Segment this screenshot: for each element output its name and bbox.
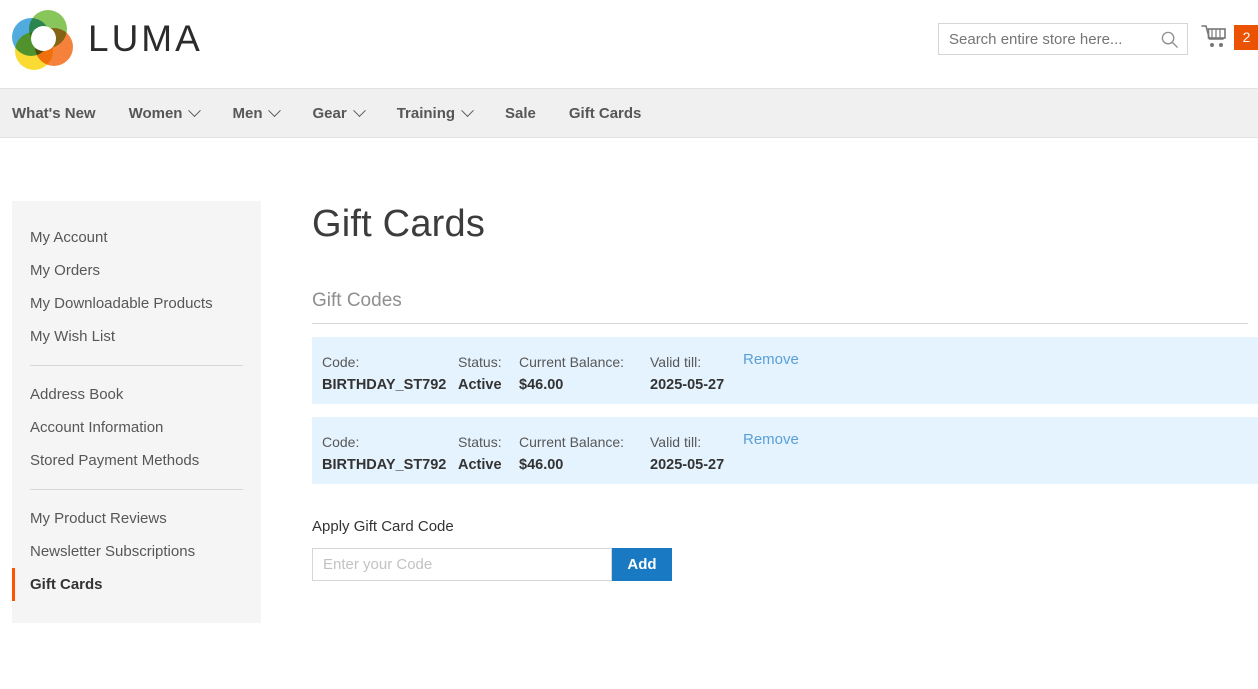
chevron-down-icon (268, 103, 282, 117)
gift-code-valid-till-label: Valid till: (650, 354, 702, 370)
sidebar-divider (30, 365, 243, 366)
gift-code-valid-till-value: 2025-05-27 (650, 457, 725, 473)
gift-code-row: Code: BIRTHDAY_ST792 Status: Active Current … (312, 337, 1258, 404)
gift-code-status-value: Active (458, 377, 502, 393)
search-box[interactable] (938, 23, 1188, 55)
sidebar-divider (30, 489, 243, 490)
chevron-down-icon (461, 103, 474, 117)
search-input[interactable] (939, 24, 1151, 54)
gift-code-valid-till-label: Valid till: (650, 434, 702, 450)
cart[interactable]: 2 (1201, 24, 1258, 50)
nav-item-training[interactable]: Training (396, 103, 474, 122)
nav-item-gift-cards[interactable]: Gift Cards (569, 105, 642, 122)
shopping-cart-icon[interactable] (1201, 24, 1229, 50)
account-sidebar: My Account My Orders My Downloadable Produ… (12, 201, 261, 623)
sidebar-item-newsletter-subscriptions[interactable]: Newsletter Subscriptions (12, 535, 261, 568)
sidebar-item-stored-payment-methods[interactable]: Stored Payment Methods (12, 444, 261, 477)
gift-code-status-label: Status: (458, 434, 502, 450)
gift-code-code-label: Code: (322, 354, 360, 370)
apply-gift-card-label: Apply Gift Card Code (312, 518, 454, 535)
nav-item-label: Sale (505, 104, 536, 122)
page-title: Gift Cards (312, 203, 486, 245)
gift-code-code-value: BIRTHDAY_ST792 (322, 457, 447, 473)
gift-code-list: Code: BIRTHDAY_ST792 Status: Active Current … (312, 337, 1258, 484)
nav-item-sale[interactable]: Sale (505, 105, 536, 122)
add-gift-card-button[interactable]: Add (612, 548, 672, 581)
gift-codes-heading: Gift Codes (312, 290, 1248, 324)
nav-item-label: Gear (312, 104, 347, 122)
nav-item-label: What's New (12, 104, 96, 122)
nav-item-label: Women (128, 104, 183, 122)
nav-item-label: Men (232, 104, 263, 122)
gift-code-code-label: Code: (322, 434, 360, 450)
sidebar-item-account-information[interactable]: Account Information (12, 411, 261, 444)
nav-item-women[interactable]: Women (128, 103, 202, 122)
nav-item-gear[interactable]: Gear (312, 103, 366, 122)
nav-item-what-s-new[interactable]: What's New (12, 105, 96, 122)
nav-item-label: Training (396, 104, 456, 122)
gift-code-balance-value: $46.00 (519, 377, 564, 393)
apply-gift-card-form: Add (312, 548, 1258, 581)
sidebar-item-my-wish-list[interactable]: My Wish List (12, 320, 261, 353)
gift-code-status-value: Active (458, 457, 502, 473)
sidebar-item-address-book[interactable]: Address Book (12, 378, 261, 411)
gift-code-balance-label: Current Balance: (519, 434, 625, 450)
gift-code-status-label: Status: (458, 354, 502, 370)
sidebar-item-my-downloadable-products[interactable]: My Downloadable Products (12, 287, 261, 320)
gift-code-code-value: BIRTHDAY_ST792 (322, 377, 447, 393)
gift-code-row: Code: BIRTHDAY_ST792 Status: Active Current … (312, 417, 1258, 484)
gift-card-code-input[interactable] (312, 548, 612, 581)
nav-item-label: Gift Cards (568, 104, 642, 122)
gift-code-balance-label: Current Balance: (519, 354, 625, 370)
logo-text: LUMA (88, 18, 203, 59)
nav-item-men[interactable]: Men (232, 103, 282, 122)
chevron-down-icon (352, 103, 366, 117)
gift-code-balance-value: $46.00 (519, 457, 564, 473)
sidebar-item-my-account[interactable]: My Account (12, 221, 261, 254)
cart-count-badge[interactable]: 2 (1234, 24, 1258, 50)
sidebar-item-my-product-reviews[interactable]: My Product Reviews (12, 502, 261, 535)
chevron-down-icon (188, 103, 202, 117)
gift-code-valid-till-value: 2025-05-27 (650, 377, 725, 393)
site-header: LUMA 2 (0, 0, 1258, 88)
remove-gift-code-link[interactable]: Remove (743, 351, 799, 368)
luma-flower-logo-icon (12, 10, 74, 70)
main-navigation: What's New Women Men Gear Training Sale Gift C… (0, 88, 1258, 138)
remove-gift-code-link[interactable]: Remove (743, 431, 799, 448)
sidebar-item-my-orders[interactable]: My Orders (12, 254, 261, 287)
main-content: Gift Cards Gift Codes Code: BIRTHDAY_ST79… (312, 201, 1258, 581)
sidebar-item-gift-cards[interactable]: Gift Cards (12, 568, 261, 601)
logo[interactable]: LUMA (12, 10, 203, 70)
search-icon[interactable] (1160, 30, 1179, 49)
